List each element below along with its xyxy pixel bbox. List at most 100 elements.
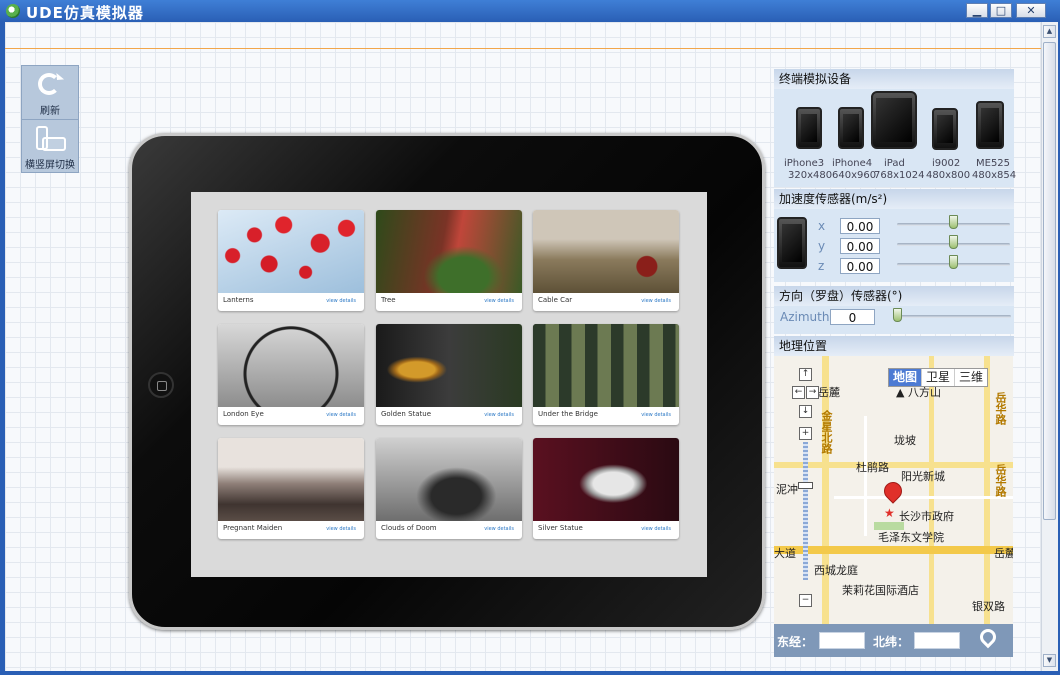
rotate-button[interactable]: 横竖屏切换	[22, 120, 78, 173]
view-details-link[interactable]: view details	[484, 412, 514, 418]
device-i9002-icon	[932, 108, 958, 150]
device-i9002-button[interactable]	[932, 108, 958, 150]
map-label: 茉莉花国际酒店	[842, 584, 919, 597]
home-button[interactable]	[148, 372, 174, 398]
refresh-icon	[38, 73, 60, 95]
map-label: 阳光新城	[901, 470, 945, 483]
scroll-thumb[interactable]	[1043, 42, 1056, 520]
compass-panel: Azimuth 0	[774, 306, 1014, 334]
scroll-down-arrow-icon[interactable]: ▼	[1043, 654, 1056, 667]
zoom-out-icon[interactable]: −	[799, 594, 812, 607]
device-resolution: 320x480	[788, 170, 833, 181]
accel-y-input[interactable]: 0.00	[840, 238, 880, 254]
zoom-slider-thumb[interactable]	[798, 482, 813, 489]
pan-left-icon[interactable]: ←	[792, 386, 805, 399]
card-caption: Pregnant Maiden	[223, 524, 283, 532]
tab-map[interactable]: 地图	[889, 369, 922, 386]
card-caption: Silver Statue	[538, 524, 583, 532]
view-details-link[interactable]: view details	[484, 526, 514, 532]
map-label: 杜鹃路	[856, 461, 889, 474]
view-details-link[interactable]: view details	[484, 298, 514, 304]
device-resolution: 480x854	[972, 170, 1017, 181]
vertical-scrollbar[interactable]: ▲ ▼	[1041, 22, 1058, 671]
tab-satellite[interactable]: 卫星	[921, 369, 954, 386]
azimuth-input[interactable]: 0	[830, 309, 875, 325]
view-details-link[interactable]: view details	[326, 526, 356, 532]
gallery-card[interactable]: Tree view details	[376, 210, 522, 311]
map-road	[864, 416, 867, 536]
minimize-button[interactable]: ▁	[966, 3, 988, 18]
zoom-in-icon[interactable]: +	[799, 427, 812, 440]
accel-z-slider-thumb[interactable]	[949, 255, 958, 269]
title-bar: UDE仿真模拟器 ▁ □ ✕	[0, 0, 1060, 22]
tab-3d[interactable]: 三维	[954, 369, 987, 386]
map-road-label: 岳华路	[994, 464, 1007, 497]
longitude-label: 东经：	[777, 635, 814, 649]
accel-z-input[interactable]: 0.00	[840, 258, 880, 274]
view-details-link[interactable]: view details	[326, 298, 356, 304]
refresh-button[interactable]: 刷新	[22, 66, 78, 120]
map-type-tabs: 地图 卫星 三维	[888, 368, 989, 387]
card-caption: Cable Car	[538, 296, 573, 304]
gallery-card[interactable]: Silver Statue view details	[533, 438, 679, 539]
ruler-line	[5, 48, 1041, 49]
device-screen: Lanterns view details Tree view details …	[191, 192, 707, 577]
locate-pin-icon[interactable]	[976, 625, 1000, 649]
window-title: UDE仿真模拟器	[26, 4, 144, 22]
gallery-image-bridge	[533, 324, 679, 407]
device-iphone3-button[interactable]	[796, 107, 822, 149]
phone-icon	[777, 217, 807, 269]
gallery-card[interactable]: Clouds of Doom view details	[376, 438, 522, 539]
gallery-card[interactable]: Cable Car view details	[533, 210, 679, 311]
gallery-card[interactable]: Lanterns view details	[218, 210, 364, 311]
view-details-link[interactable]: view details	[326, 412, 356, 418]
latitude-input[interactable]	[914, 632, 960, 649]
accel-x-slider-thumb[interactable]	[949, 215, 958, 229]
gallery-image-golden-statue	[376, 324, 522, 407]
azimuth-label: Azimuth	[780, 310, 830, 324]
gallery-card[interactable]: Under the Bridge view details	[533, 324, 679, 425]
window-frame-bottom	[0, 671, 1060, 675]
device-resolution: 480x800	[926, 170, 971, 181]
device-me525-icon	[976, 101, 1004, 149]
device-iphone4-button[interactable]	[838, 107, 864, 149]
pan-up-icon[interactable]: ↑	[799, 368, 812, 381]
close-button[interactable]: ✕	[1016, 3, 1046, 18]
view-details-link[interactable]: view details	[641, 412, 671, 418]
accel-x-input[interactable]: 0.00	[840, 218, 880, 234]
device-me525-button[interactable]	[976, 101, 1004, 149]
map-label: 西城龙庭	[814, 564, 858, 577]
accel-y-label: y	[818, 239, 826, 253]
map-label: 泥冲	[776, 483, 798, 496]
map-label: 垅坡	[894, 434, 916, 447]
pan-down-icon[interactable]: ↓	[799, 405, 812, 418]
device-name: ME525	[976, 158, 1011, 169]
zoom-slider-track[interactable]	[803, 442, 808, 580]
map-view[interactable]: 岳麓 ▲ 八方山 垅坡 杜鹃路 阳光新城 长沙市政府 毛泽东文学院 西城龙庭 茉…	[774, 356, 1013, 624]
devices-header: 终端模拟设备	[774, 69, 1014, 89]
maximize-button[interactable]: □	[990, 3, 1012, 18]
map-road-label: 岳华路	[994, 392, 1007, 425]
gallery-image-lanterns	[218, 210, 364, 293]
longitude-input[interactable]	[819, 632, 865, 649]
azimuth-slider[interactable]	[893, 315, 1011, 318]
gallery-image-clouds	[376, 438, 522, 521]
ipad-device-frame: Lanterns view details Tree view details …	[129, 133, 765, 630]
app-logo-icon	[6, 4, 20, 18]
gallery-card[interactable]: Pregnant Maiden view details	[218, 438, 364, 539]
gallery-card[interactable]: Golden Statue view details	[376, 324, 522, 425]
devices-panel: iPhone3 320x480 iPhone4 640x960 iPad 768…	[774, 89, 1017, 187]
view-details-link[interactable]: view details	[641, 526, 671, 532]
view-details-link[interactable]: view details	[641, 298, 671, 304]
device-name: iPhone4	[832, 158, 873, 169]
accel-y-slider-thumb[interactable]	[949, 235, 958, 249]
accelerometer-header: 加速度传感器(m/s²)	[774, 189, 1014, 209]
card-caption: Tree	[381, 296, 396, 304]
azimuth-slider-thumb[interactable]	[893, 308, 902, 322]
pan-right-icon[interactable]: →	[806, 386, 819, 399]
device-ipad-button[interactable]	[871, 91, 917, 149]
map-label: 岳麓	[994, 547, 1013, 560]
gallery-card[interactable]: London Eye view details	[218, 324, 364, 425]
map-road	[984, 356, 990, 624]
scroll-up-arrow-icon[interactable]: ▲	[1043, 25, 1056, 38]
